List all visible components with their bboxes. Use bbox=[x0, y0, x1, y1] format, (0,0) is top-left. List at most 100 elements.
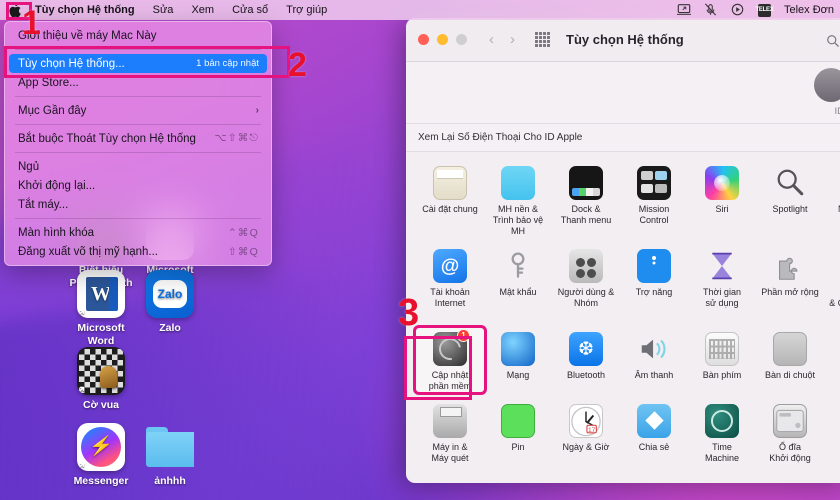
pref-pane-bluetooth[interactable]: Bluetooth bbox=[552, 328, 620, 392]
input-source-label[interactable]: Telex Đơn bbox=[784, 4, 834, 16]
pref-pane-label: Ngôn ngữ& Vùng bbox=[824, 204, 840, 226]
svg-text:17: 17 bbox=[588, 426, 596, 433]
navigation-buttons: ‹ › bbox=[489, 31, 515, 48]
apple-menu-item[interactable]: Tắt máy... bbox=[5, 195, 271, 214]
pref-pane-users-groups[interactable]: Người dùng & Nhóm bbox=[552, 245, 620, 320]
chess-icon: ↗ bbox=[77, 347, 125, 395]
apple-menu-item[interactable]: App Store... bbox=[5, 73, 271, 92]
alias-arrow-icon: ↗ bbox=[77, 459, 86, 471]
pref-pane-mouse[interactable]: Chuột bbox=[824, 328, 840, 392]
annotation-marker-1: 1 bbox=[22, 4, 41, 42]
pref-pane-label: Cài đặt chung bbox=[422, 204, 478, 214]
desktop-icon-co-vua[interactable]: ↗ Cờ vua bbox=[58, 347, 144, 412]
apple-menu-item-label: Màn hình khóa bbox=[18, 226, 95, 239]
pref-pane-label: Bàn phím bbox=[702, 370, 742, 380]
microphone-muted-icon[interactable] bbox=[704, 3, 718, 17]
apple-menu-item[interactable]: Mục Gần đây › bbox=[5, 101, 271, 120]
pref-pane-accessibility[interactable]: Trợ năng bbox=[620, 245, 688, 320]
apple-menu-item[interactable]: Khởi động lại... bbox=[5, 176, 271, 195]
startup-disk-icon bbox=[773, 404, 807, 438]
pref-pane-screen-time[interactable]: Thời gian sử dụng bbox=[688, 245, 756, 320]
pref-pane-keyboard[interactable]: Bàn phím bbox=[688, 328, 756, 392]
pref-pane-label: Bluetooth bbox=[566, 370, 606, 380]
menu-item-help[interactable]: Trợ giúp bbox=[277, 0, 336, 20]
pref-pane-date-time[interactable]: 17 Ngày & Giờ bbox=[552, 400, 620, 464]
pref-pane-label: Trợ năng bbox=[635, 287, 673, 297]
network-icon bbox=[501, 332, 535, 366]
desktop-icon-anhhh-folder[interactable]: ảnhhh bbox=[127, 423, 213, 488]
page-title: Tùy chọn Hệ thống bbox=[566, 32, 684, 47]
menu-item-edit[interactable]: Sửa bbox=[144, 0, 183, 20]
preferences-grid: Cài đặt chung MH nền & Trình bảo vệ MH Dock… bbox=[406, 152, 840, 464]
traffic-lights bbox=[418, 34, 467, 45]
menu-item-view[interactable]: Xem bbox=[182, 0, 223, 20]
pref-pane-trackpad[interactable]: Bàn di chuột bbox=[756, 328, 824, 392]
pref-pane-label: MH nền & Trình bảo vệ MH bbox=[492, 204, 544, 236]
input-source-badge[interactable]: TELEX bbox=[756, 3, 774, 17]
menu-bar: Tùy chọn Hệ thống Sửa Xem Cửa sổ Trợ giú… bbox=[0, 0, 840, 20]
apple-id-caption: ID bbox=[834, 106, 840, 117]
pref-pane-general[interactable]: Cài đặt chung bbox=[416, 162, 484, 237]
apple-menu-item[interactable]: Tùy chọn Hệ thống... 1 bản cập nhật bbox=[9, 54, 267, 73]
keyboard-icon bbox=[705, 332, 739, 366]
pref-pane-security-privacy[interactable]: Bảo mật& Quyền riêng tư bbox=[824, 245, 840, 320]
screen-mirroring-icon[interactable] bbox=[676, 3, 691, 17]
date-time-icon: 17 bbox=[569, 404, 603, 438]
desktop-icon-zalo[interactable]: Zalo Zalo bbox=[127, 270, 213, 335]
zoom-button[interactable] bbox=[456, 34, 467, 45]
battery-icon bbox=[501, 404, 535, 438]
forward-button[interactable]: › bbox=[510, 31, 515, 48]
pref-pane-label: Bàn di chuột bbox=[764, 370, 816, 380]
close-button[interactable] bbox=[418, 34, 429, 45]
apple-id-notice-text: Xem Lại Số Điện Thoại Cho ID Apple bbox=[418, 132, 583, 143]
apple-id-banner[interactable]: ID bbox=[406, 62, 840, 124]
pref-pane-desktop-screensaver[interactable]: MH nền & Trình bảo vệ MH bbox=[484, 162, 552, 237]
folder-icon bbox=[146, 423, 194, 471]
apple-logo-icon[interactable] bbox=[8, 2, 22, 18]
pref-pane-sharing[interactable]: Chia sẻ bbox=[620, 400, 688, 464]
search-icon[interactable] bbox=[822, 31, 840, 50]
menu-item-window[interactable]: Cửa sổ bbox=[223, 0, 277, 20]
apple-id-notice[interactable]: Xem Lại Số Điện Thoại Cho ID Apple bbox=[406, 124, 840, 152]
pref-pane-label: Pin bbox=[511, 442, 525, 452]
update-badge: 1 bbox=[457, 329, 470, 342]
pref-pane-passwords[interactable]: Mật khẩu bbox=[484, 245, 552, 320]
show-all-grid-icon[interactable] bbox=[535, 32, 550, 47]
pref-pane-sound[interactable]: Âm thanh bbox=[620, 328, 688, 392]
pref-pane-label: Âm thanh bbox=[634, 370, 674, 380]
apple-menu-item[interactable]: Bắt buộc Thoát Tùy chọn Hệ thống ⌥⇧⌘⎋ bbox=[5, 129, 271, 148]
pref-pane-network[interactable]: Mạng bbox=[484, 328, 552, 392]
menu-separator bbox=[15, 124, 261, 125]
pref-pane-spotlight[interactable]: Spotlight bbox=[756, 162, 824, 237]
apple-menu-item[interactable]: Màn hình khóa ⌃⌘Q bbox=[5, 223, 271, 242]
back-button[interactable]: ‹ bbox=[489, 31, 494, 48]
spotlight-icon bbox=[773, 166, 807, 200]
pref-pane-software-update[interactable]: 1 Cập nhật phần mềm bbox=[413, 325, 487, 395]
pref-pane-dock-menubar[interactable]: Dock & Thanh menu bbox=[552, 162, 620, 237]
minimize-button[interactable] bbox=[437, 34, 448, 45]
pref-pane-battery[interactable]: Pin bbox=[484, 400, 552, 464]
pref-pane-siri[interactable]: Siri bbox=[688, 162, 756, 237]
control-center-icon[interactable] bbox=[731, 3, 745, 17]
desktop-screensaver-icon bbox=[501, 166, 535, 200]
apple-menu-item[interactable]: Ngủ bbox=[5, 157, 271, 176]
apple-menu-item[interactable]: Đăng xuất võ thị mỹ hạnh... ⇧⌘Q bbox=[5, 242, 271, 261]
desktop-icon-label-line1: ảnhhh bbox=[154, 475, 186, 487]
apple-menu-item[interactable]: Giới thiệu về máy Mac Này bbox=[5, 26, 271, 45]
pref-pane-language-region[interactable]: Ngôn ngữ& Vùng bbox=[824, 162, 840, 237]
pref-pane-startup-disk[interactable]: Ổ đĩa Khởi động bbox=[756, 400, 824, 464]
menu-item-system-preferences[interactable]: Tùy chọn Hệ thống bbox=[26, 0, 144, 20]
pref-pane-time-machine[interactable]: Time Machine bbox=[688, 400, 756, 464]
pref-pane-label: Mật khẩu bbox=[499, 287, 537, 297]
internet-accounts-icon bbox=[433, 249, 467, 283]
pref-pane-mission-control[interactable]: Mission Control bbox=[620, 162, 688, 237]
pref-pane-internet-accounts[interactable]: Tài khoảnInternet bbox=[416, 245, 484, 320]
microsoft-word-icon: W ↗ bbox=[77, 270, 125, 318]
pref-pane-label: Siri bbox=[715, 204, 729, 214]
chevron-right-icon: › bbox=[255, 105, 259, 116]
menu-separator bbox=[15, 152, 261, 153]
pref-pane-printers-scanners[interactable]: Máy in & Máy quét bbox=[416, 400, 484, 464]
pref-pane-label: Thời gian sử dụng bbox=[703, 287, 741, 308]
apple-menu-item-label: Tùy chọn Hệ thống... bbox=[18, 57, 125, 70]
pref-pane-extensions[interactable]: Phần mở rộng bbox=[756, 245, 824, 320]
